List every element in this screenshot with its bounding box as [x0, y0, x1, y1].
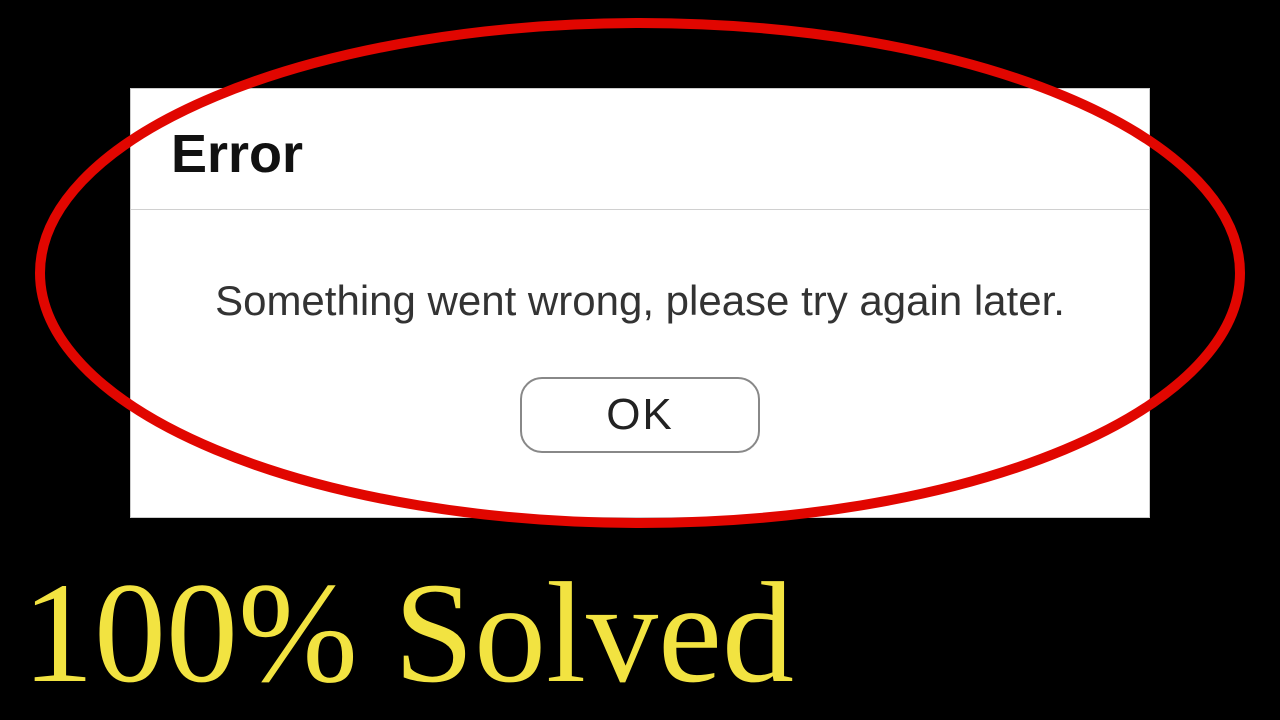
ok-button-label: OK	[606, 390, 674, 440]
dialog-title: Error	[171, 123, 1109, 185]
dialog-body: Something went wrong, please try again l…	[131, 210, 1149, 517]
solved-caption: 100% Solved	[22, 562, 794, 706]
dialog-message: Something went wrong, please try again l…	[215, 274, 1065, 329]
error-dialog: Error Something went wrong, please try a…	[130, 88, 1150, 518]
dialog-header: Error	[131, 89, 1149, 210]
ok-button[interactable]: OK	[520, 377, 760, 453]
